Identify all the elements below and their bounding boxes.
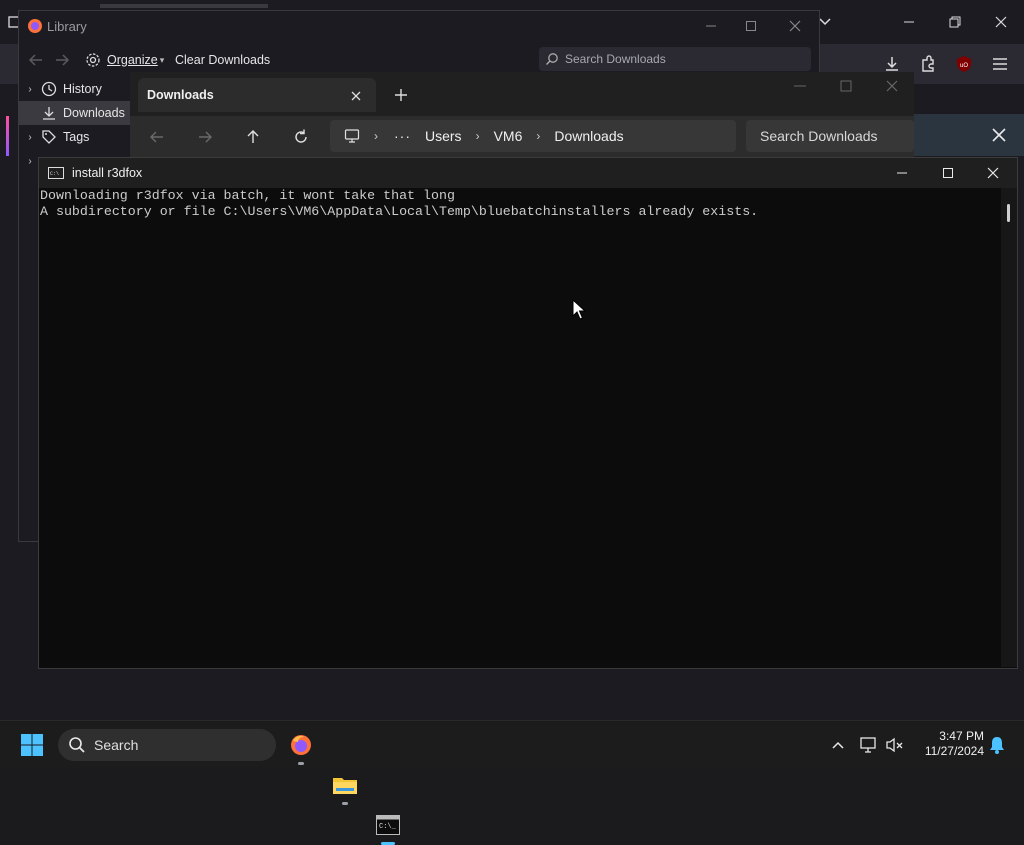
sidebar-item-label: Tags bbox=[63, 130, 90, 144]
file-explorer-window: Downloads › ··· Users › VM6 › Downloads … bbox=[130, 72, 914, 160]
explorer-tab-title: Downloads bbox=[147, 88, 214, 102]
show-hidden-icons-chevron-icon[interactable] bbox=[828, 735, 848, 755]
expand-chevron-icon[interactable]: › bbox=[19, 84, 41, 95]
library-close-button[interactable] bbox=[775, 11, 815, 41]
library-titlebar: Library bbox=[19, 11, 819, 41]
library-title: Library bbox=[47, 18, 87, 34]
explorer-tab-downloads[interactable]: Downloads bbox=[138, 78, 376, 112]
ublock-origin-icon[interactable]: uO bbox=[950, 50, 978, 78]
close-tab-icon[interactable] bbox=[348, 88, 364, 104]
breadcrumb[interactable]: › ··· Users › VM6 › Downloads bbox=[330, 120, 736, 152]
mouse-cursor-icon bbox=[572, 298, 587, 321]
expand-chevron-icon[interactable]: › bbox=[19, 132, 41, 143]
taskbar-search-box[interactable]: Search bbox=[58, 729, 276, 761]
sidebar-accent-strip bbox=[6, 116, 9, 156]
sidebar-item-label: History bbox=[63, 82, 102, 96]
console-title: install r3dfox bbox=[72, 166, 143, 180]
breadcrumb-item[interactable]: Downloads bbox=[554, 128, 623, 144]
clear-downloads-button[interactable]: Clear Downloads bbox=[175, 50, 285, 70]
network-icon[interactable] bbox=[858, 735, 880, 755]
explorer-forward-icon[interactable] bbox=[196, 128, 214, 146]
gear-icon bbox=[86, 53, 100, 67]
breadcrumb-item[interactable]: Users bbox=[425, 128, 462, 144]
dismiss-close-icon[interactable] bbox=[990, 126, 1008, 144]
firefox-close-button[interactable] bbox=[978, 0, 1024, 44]
cmd-icon: C:\ bbox=[48, 167, 64, 179]
taskbar-search-label: Search bbox=[94, 737, 139, 753]
sidebar-item-tags[interactable]: › Tags bbox=[19, 125, 131, 149]
taskbar-app-terminal[interactable]: C:\_ bbox=[368, 805, 408, 845]
new-tab-plus-icon[interactable] bbox=[392, 86, 410, 104]
sidebar-item-history[interactable]: › History bbox=[19, 77, 131, 101]
explorer-back-icon[interactable] bbox=[148, 128, 166, 146]
console-output[interactable]: Downloading r3dfox via batch, it wont ta… bbox=[39, 188, 1001, 667]
taskbar-running-indicator bbox=[298, 762, 304, 765]
taskbar-app-file-explorer[interactable] bbox=[325, 765, 365, 805]
breadcrumb-overflow-icon[interactable]: ··· bbox=[394, 128, 411, 144]
console-window: C:\ install r3dfox Downloading r3dfox vi… bbox=[38, 157, 1018, 669]
console-titlebar: C:\ install r3dfox bbox=[39, 158, 1017, 188]
explorer-close-button[interactable] bbox=[882, 78, 902, 94]
search-icon bbox=[69, 737, 85, 753]
up-arrow-icon[interactable] bbox=[244, 128, 262, 146]
library-minimize-button[interactable] bbox=[691, 11, 731, 41]
extensions-icon[interactable] bbox=[914, 50, 942, 78]
clock-date: 11/27/2024 bbox=[924, 744, 984, 758]
chevron-right-icon: › bbox=[374, 129, 378, 143]
refresh-icon[interactable] bbox=[292, 128, 310, 146]
explorer-maximize-button[interactable] bbox=[836, 78, 856, 94]
console-line: Downloading r3dfox via batch, it wont ta… bbox=[40, 188, 455, 203]
firefox-logo-icon bbox=[27, 18, 43, 34]
folder-icon bbox=[333, 778, 357, 794]
taskbar-app-firefox[interactable] bbox=[281, 725, 321, 765]
library-search-field[interactable]: Search Downloads bbox=[539, 47, 811, 71]
firefox-minimize-button[interactable] bbox=[886, 0, 932, 44]
clock-time: 3:47 PM bbox=[939, 729, 984, 743]
sidebar-item-label: Downloads bbox=[63, 106, 125, 120]
taskbar-running-indicator bbox=[342, 802, 348, 805]
back-arrow-icon[interactable] bbox=[27, 51, 45, 69]
history-icon bbox=[41, 81, 57, 97]
download-icon bbox=[43, 107, 55, 120]
notification-bell-icon[interactable] bbox=[988, 735, 1006, 755]
explorer-search-field[interactable]: Search Downloads bbox=[746, 120, 914, 152]
svg-text:C:\_: C:\_ bbox=[379, 823, 397, 831]
terminal-icon: C:\_ bbox=[376, 815, 400, 835]
chevron-right-icon: › bbox=[475, 129, 480, 143]
windows-start-icon[interactable] bbox=[20, 733, 44, 757]
console-line: A subdirectory or file C:\Users\VM6\AppD… bbox=[40, 204, 759, 219]
system-clock[interactable]: 3:47 PM 11/27/2024 bbox=[916, 729, 984, 761]
explorer-minimize-button[interactable] bbox=[790, 78, 810, 94]
console-scrollbar[interactable] bbox=[1001, 188, 1017, 667]
explorer-search-placeholder: Search Downloads bbox=[760, 128, 878, 144]
tag-icon bbox=[42, 130, 56, 144]
firefox-restore-button[interactable] bbox=[932, 0, 978, 44]
volume-muted-icon[interactable] bbox=[884, 735, 906, 755]
explorer-search-extension bbox=[914, 114, 1024, 156]
search-icon bbox=[546, 53, 558, 65]
chevron-right-icon: › bbox=[536, 129, 541, 143]
console-maximize-button[interactable] bbox=[925, 158, 971, 188]
explorer-address-bar-row: › ··· Users › VM6 › Downloads Search Dow… bbox=[130, 116, 914, 160]
console-close-button[interactable] bbox=[970, 158, 1016, 188]
svg-text:uO: uO bbox=[960, 63, 968, 69]
svg-text:C:\: C:\ bbox=[50, 171, 59, 177]
library-search-placeholder: Search Downloads bbox=[565, 52, 666, 66]
organize-label: Organize bbox=[107, 53, 158, 67]
console-scrollbar-thumb[interactable] bbox=[1007, 204, 1010, 222]
console-minimize-button[interactable] bbox=[879, 158, 925, 188]
breadcrumb-item[interactable]: VM6 bbox=[494, 128, 523, 144]
library-maximize-button[interactable] bbox=[731, 11, 771, 41]
organize-dropdown-icon: ▾ bbox=[159, 54, 165, 65]
hamburger-menu-icon[interactable] bbox=[986, 50, 1014, 78]
forward-arrow-icon[interactable] bbox=[53, 51, 71, 69]
taskbar: Search C:\_ 3:47 PM 11/27/2024 bbox=[0, 720, 1024, 845]
firefox-icon bbox=[291, 735, 311, 755]
organize-button[interactable]: Organize ▾ bbox=[85, 50, 165, 70]
firefox-tab[interactable] bbox=[100, 4, 268, 8]
this-pc-icon bbox=[344, 129, 360, 143]
sidebar-item-downloads[interactable]: Downloads bbox=[19, 101, 131, 125]
